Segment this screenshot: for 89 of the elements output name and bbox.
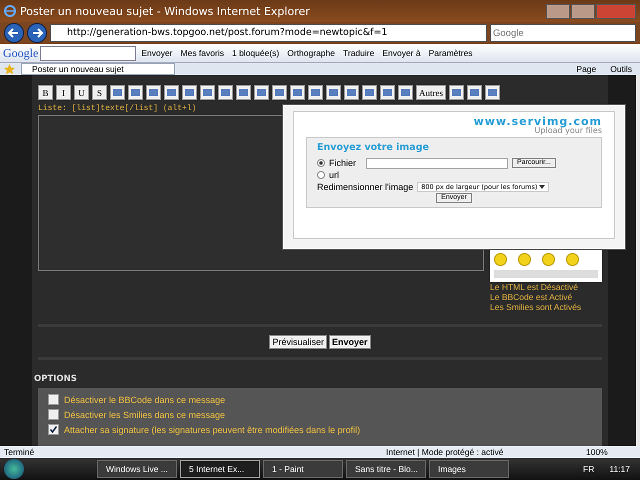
- format-button[interactable]: Autres: [416, 85, 446, 100]
- checkbox[interactable]: [48, 394, 59, 405]
- format-icon[interactable]: [272, 85, 287, 100]
- smiley-icon[interactable]: [494, 253, 507, 266]
- form-button[interactable]: Prévisualiser: [269, 335, 327, 349]
- address-field[interactable]: http://generation-bws.topgoo.net/post.forum?mode=newtopic&f=1: [50, 24, 487, 42]
- clock: 11:17: [608, 464, 631, 474]
- format-icon[interactable]: [362, 85, 377, 100]
- maximize-button[interactable]: [571, 4, 595, 18]
- taskbar-button[interactable]: 1 - Paint: [263, 460, 343, 478]
- option-label: Désactiver le BBCode dans ce message: [64, 394, 226, 404]
- zoom-level[interactable]: 100%: [586, 447, 636, 457]
- format-icon[interactable]: [344, 85, 359, 100]
- search-field[interactable]: Google: [490, 24, 636, 42]
- option-label: Attacher sa signature (les signatures peuvent être modifiées dans le profil): [64, 424, 360, 434]
- close-button[interactable]: [596, 4, 636, 18]
- toolbar-button[interactable]: 1 bloquée(s): [228, 48, 282, 58]
- security-zone: Internet | Mode protégé : activé: [386, 447, 504, 457]
- option-label: Désactiver les Smilies dans ce message: [64, 410, 226, 420]
- resize-label: Redimensionner l'image: [317, 182, 414, 192]
- editor-hint: Liste: [list]texte[/list] (alt+l): [38, 104, 198, 113]
- taskbar-button[interactable]: Windows Live ...: [97, 460, 177, 478]
- servimg-logo: www.servimg.com: [474, 116, 602, 127]
- horizontal-scrollbar[interactable]: [494, 270, 598, 278]
- format-icon[interactable]: [218, 85, 233, 100]
- command-button[interactable]: Page: [572, 64, 600, 74]
- format-icon[interactable]: [164, 85, 179, 100]
- minimize-button[interactable]: [546, 4, 570, 18]
- back-arrow-icon: [7, 26, 21, 40]
- checkbox[interactable]: [48, 409, 59, 420]
- radio-button[interactable]: [317, 171, 325, 179]
- radio-button[interactable]: [317, 159, 325, 167]
- radio-label: url: [329, 170, 340, 180]
- window-title: Poster un nouveau sujet - Windows Internet Explorer: [20, 4, 311, 18]
- format-icon[interactable]: [326, 85, 341, 100]
- status-text: Terminé: [4, 447, 34, 457]
- upload-heading: Envoyez votre image: [317, 142, 430, 153]
- browser-tab[interactable]: Poster un nouveau sujet: [21, 63, 175, 75]
- format-icon[interactable]: [290, 85, 305, 100]
- format-icon[interactable]: [146, 85, 161, 100]
- caret-icon: [539, 185, 546, 189]
- format-icon[interactable]: [308, 85, 323, 100]
- forward-arrow-icon: [30, 26, 44, 40]
- star-icon[interactable]: [4, 64, 15, 74]
- format-icon[interactable]: [398, 85, 413, 100]
- file-field[interactable]: [366, 158, 508, 168]
- form-button[interactable]: Envoyer: [329, 335, 371, 349]
- format-button[interactable]: I: [56, 85, 71, 100]
- format-icon[interactable]: [200, 85, 215, 100]
- status-line: Le HTML est Désactivé: [490, 282, 580, 292]
- smiley-icon[interactable]: [542, 253, 555, 266]
- status-line: Le BBCode est Activé: [490, 292, 574, 302]
- toolbar-button[interactable]: Mes favoris: [178, 48, 227, 58]
- command-button[interactable]: Outils: [606, 64, 636, 74]
- format-button[interactable]: S: [92, 85, 107, 100]
- format-icon[interactable]: [449, 85, 464, 100]
- forward-button[interactable]: [27, 23, 47, 43]
- format-icon[interactable]: [110, 85, 125, 100]
- logo-tagline: Upload your files: [534, 127, 602, 135]
- format-icon[interactable]: [182, 85, 197, 100]
- browser-logo-icon: [4, 5, 16, 17]
- toolbar-button[interactable]: Traduire: [340, 48, 378, 58]
- format-icon[interactable]: [485, 85, 500, 100]
- format-button[interactable]: U: [74, 85, 89, 100]
- start-button[interactable]: [4, 459, 24, 479]
- options-heading: OPTIONS: [34, 374, 78, 384]
- status-line: Les Smilies sont Activés: [490, 302, 582, 312]
- taskbar-button[interactable]: Images: [429, 460, 509, 478]
- format-icon[interactable]: [128, 85, 143, 100]
- toolbar-button[interactable]: Envoyer à: [379, 48, 424, 58]
- taskbar-button[interactable]: Sans titre - Blo...: [346, 460, 426, 478]
- toolbar-button[interactable]: Orthographe: [284, 48, 338, 58]
- language-indicator[interactable]: FR: [577, 464, 600, 474]
- format-button[interactable]: B: [38, 85, 53, 100]
- vertical-scrollbar[interactable]: [636, 75, 640, 446]
- toolbar-button[interactable]: Paramètres: [426, 48, 476, 58]
- checkbox[interactable]: [48, 424, 59, 435]
- format-icon[interactable]: [380, 85, 395, 100]
- toolbar-search-field[interactable]: [40, 46, 136, 60]
- google-logo: Google: [3, 46, 38, 60]
- smiley-icon[interactable]: [518, 253, 531, 266]
- format-icon[interactable]: [254, 85, 269, 100]
- taskbar-button[interactable]: 5 Internet Ex...: [180, 460, 260, 478]
- back-button[interactable]: [4, 23, 24, 43]
- format-icon[interactable]: [236, 85, 251, 100]
- smiley-icon[interactable]: [566, 253, 579, 266]
- format-icon[interactable]: [467, 85, 482, 100]
- toolbar-button[interactable]: Envoyer: [138, 48, 176, 58]
- radio-label: Fichier: [329, 158, 356, 168]
